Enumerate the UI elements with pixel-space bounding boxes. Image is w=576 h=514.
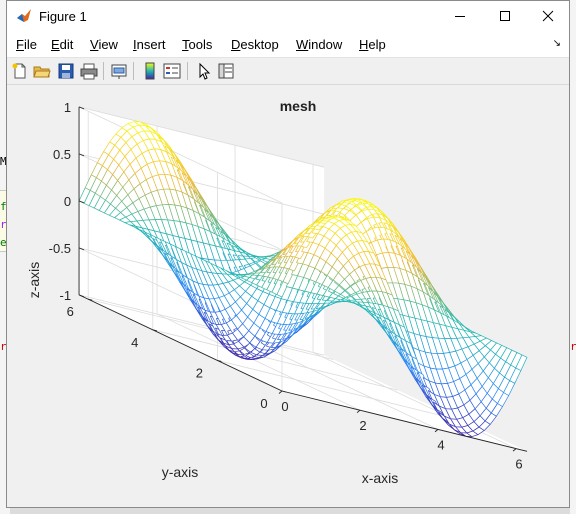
x-tick-label: 2 — [359, 418, 366, 433]
save-icon[interactable] — [57, 62, 75, 80]
y-tick-label: 6 — [67, 304, 74, 319]
menu-insert[interactable]: Insert — [133, 37, 166, 52]
x-tick-label: 4 — [437, 437, 444, 452]
toolbar-separator — [103, 62, 104, 80]
dock-arrow-icon[interactable]: ↘ — [553, 38, 561, 49]
menu-file[interactable]: File — [16, 37, 37, 52]
new-figure-icon[interactable] — [11, 62, 29, 80]
chart-title: mesh — [280, 98, 317, 114]
print-icon[interactable] — [80, 62, 98, 80]
mesh-axes[interactable]: mesh 02460246-1-0.500.51 x-axis y-axis z… — [7, 85, 569, 507]
maximize-icon — [500, 11, 510, 21]
figure-canvas[interactable]: mesh 0 2 4 6 0 2 4 6 -1 -0.5 0 0.5 1 x-axis y-axis z… — [7, 85, 569, 507]
property-inspector-icon[interactable] — [217, 62, 235, 80]
x-axis-label: x-axis — [362, 470, 399, 486]
menu-help[interactable]: Help — [359, 37, 386, 52]
toolbar-separator — [187, 62, 188, 80]
x-tick-label: 6 — [515, 457, 522, 472]
figure-window: Figure 1 ↘ File Edit View Insert Tools Deskto… — [6, 0, 570, 508]
background-editor-right: r — [570, 0, 576, 514]
close-icon — [542, 10, 554, 22]
menu-bar: ↘ File Edit View Insert Tools Desktop Window He… — [7, 31, 569, 57]
close-button[interactable] — [525, 1, 571, 31]
edit-plot-icon[interactable] — [195, 62, 213, 80]
bg-text: r — [570, 340, 576, 353]
y-tick-label: 2 — [196, 365, 203, 380]
z-tick-label: 0.5 — [53, 147, 71, 162]
link-plot-icon[interactable] — [110, 62, 128, 80]
minimize-button[interactable] — [437, 1, 483, 31]
menu-window[interactable]: Window — [296, 37, 342, 52]
y-tick-label: 4 — [131, 335, 138, 350]
menu-view[interactable]: View — [90, 37, 118, 52]
toolbar-separator — [133, 62, 134, 80]
matlab-logo-icon — [17, 9, 31, 22]
z-tick-label: 1 — [64, 100, 71, 115]
menu-tools[interactable]: Tools — [182, 37, 212, 52]
minimize-icon — [455, 16, 465, 17]
z-tick-label: 0 — [64, 194, 71, 209]
menu-desktop[interactable]: Desktop — [231, 37, 279, 52]
figure-toolbar — [7, 57, 569, 85]
window-title: Figure 1 — [39, 9, 87, 24]
z-tick-label: -1 — [59, 288, 71, 303]
insert-legend-icon[interactable] — [163, 62, 181, 80]
insert-colorbar-icon[interactable] — [141, 62, 159, 80]
open-file-icon[interactable] — [33, 62, 51, 80]
maximize-button[interactable] — [482, 1, 528, 31]
y-axis-label: y-axis — [162, 464, 199, 480]
x-tick-label: 0 — [281, 399, 288, 414]
title-bar[interactable]: Figure 1 — [7, 1, 569, 31]
y-tick-label: 0 — [260, 396, 267, 411]
z-axis-label: z-axis — [26, 262, 42, 299]
menu-edit[interactable]: Edit — [51, 37, 73, 52]
z-tick-label: -0.5 — [49, 241, 71, 256]
